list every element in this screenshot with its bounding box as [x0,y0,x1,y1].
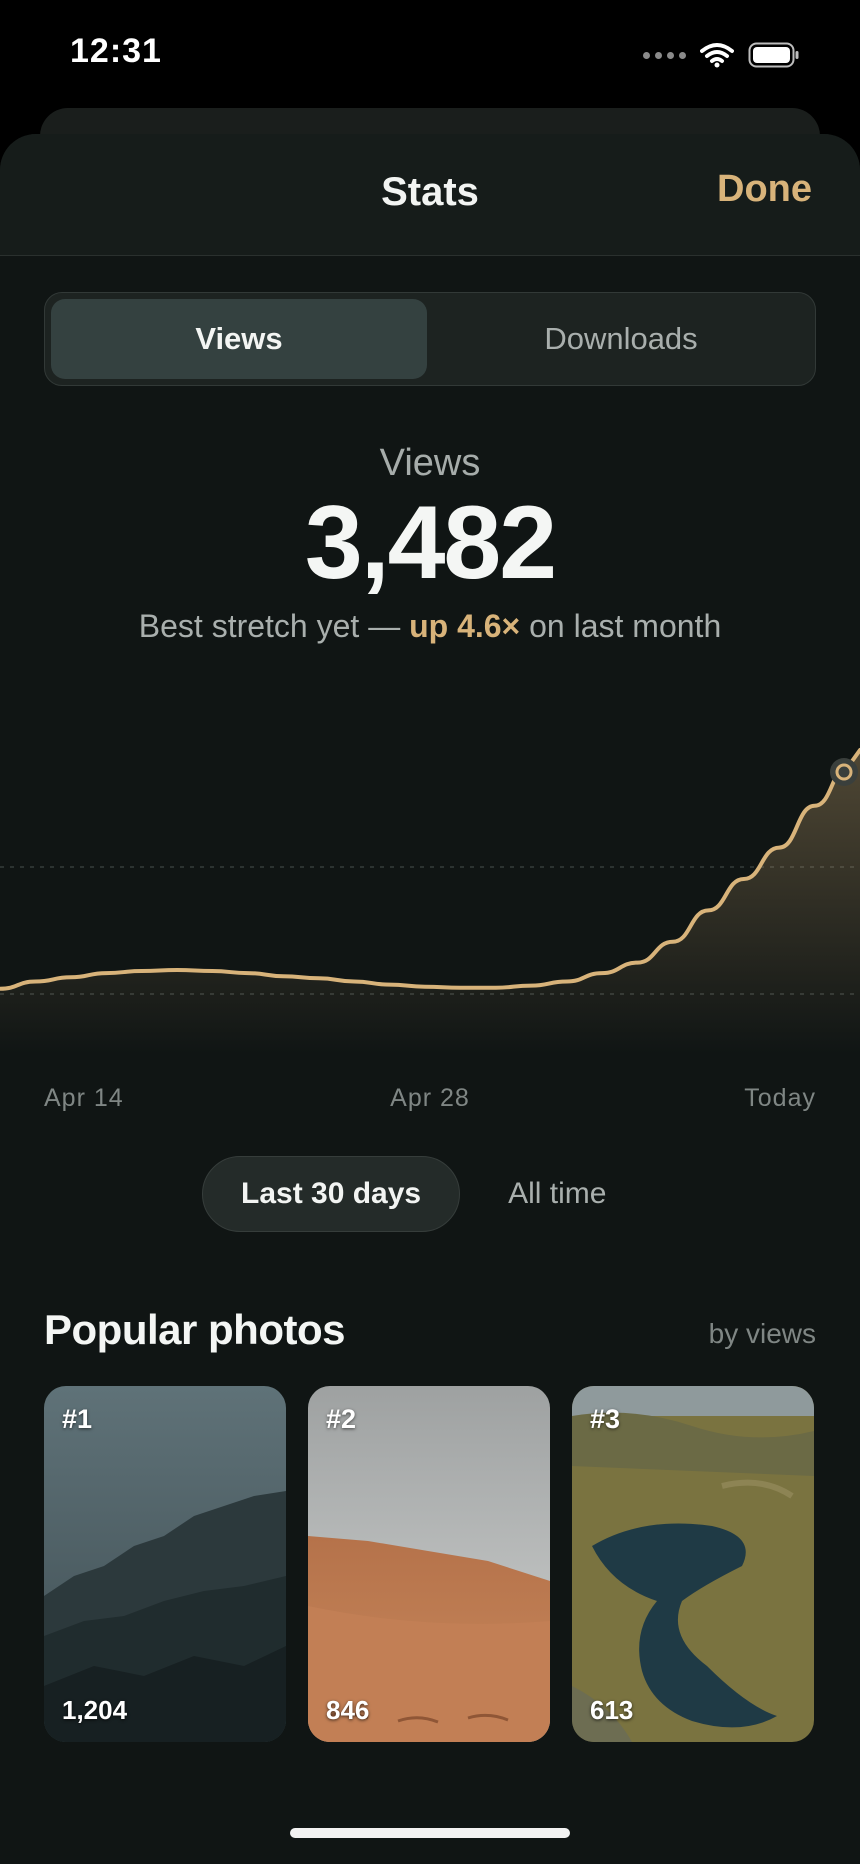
stats-sheet: Stats Done Views Downloads Views 3,482 B… [0,134,860,1864]
popular-photos-title: Popular photos [44,1306,346,1353]
range-last-30-days[interactable]: Last 30 days [202,1156,461,1232]
metric-sub-prefix: Best stretch yet — [138,608,410,644]
status-time: 12:31 [70,32,162,70]
photo-card[interactable]: #2 846 [308,1386,550,1742]
metric-label: Views [379,442,481,484]
photo-view-count: 846 [326,1695,370,1725]
status-icons [643,40,800,70]
home-indicator [290,1828,570,1838]
chart-area-fill [0,750,860,1054]
photo-rank: #2 [326,1404,357,1434]
views-chart [0,748,860,1054]
x-tick-label: Apr 28 [390,1084,470,1112]
range-all-time[interactable]: All time [470,1156,644,1232]
photo-rank: #3 [590,1404,621,1434]
metric-sub-suffix: on last month [520,608,722,644]
popular-photos-grid: #1 1,204 #2 846 #3 613 [44,1386,816,1742]
photo-card[interactable]: #3 613 [572,1386,814,1742]
done-button[interactable]: Done [717,168,812,211]
nav-bar: Stats Done [0,134,860,256]
popular-sort-label: by views [708,1318,816,1349]
time-range-selector: Last 30 days All time [202,1156,644,1232]
metric-sub-highlight: up 4.6× [409,608,521,644]
segment-downloads[interactable]: Downloads [433,299,809,379]
metric-segmented-control: Views Downloads [44,292,816,386]
wifi-icon [700,43,734,68]
photo-rank: #1 [62,1404,93,1434]
forest-photo [44,1386,286,1742]
segment-views[interactable]: Views [51,299,427,379]
chart-x-axis: Apr 14 Apr 28 Today [44,1084,816,1120]
desert-dune-photo [308,1386,550,1742]
x-tick-label: Apr 14 [44,1084,124,1112]
photo-card[interactable]: #1 1,204 [44,1386,286,1742]
metric-value: 3,482 [304,485,557,601]
battery-icon [748,42,799,68]
cellular-signal-icon [643,51,686,59]
x-tick-label: Today [744,1084,816,1112]
photo-view-count: 1,204 [62,1695,128,1725]
status-bar: 12:31 [0,0,860,110]
metric-subtitle: Best stretch yet — up 4.6× on last month [0,608,860,645]
photo-view-count: 613 [590,1695,634,1725]
mountain-lake-photo [572,1386,814,1742]
chart-end-point [835,763,853,781]
